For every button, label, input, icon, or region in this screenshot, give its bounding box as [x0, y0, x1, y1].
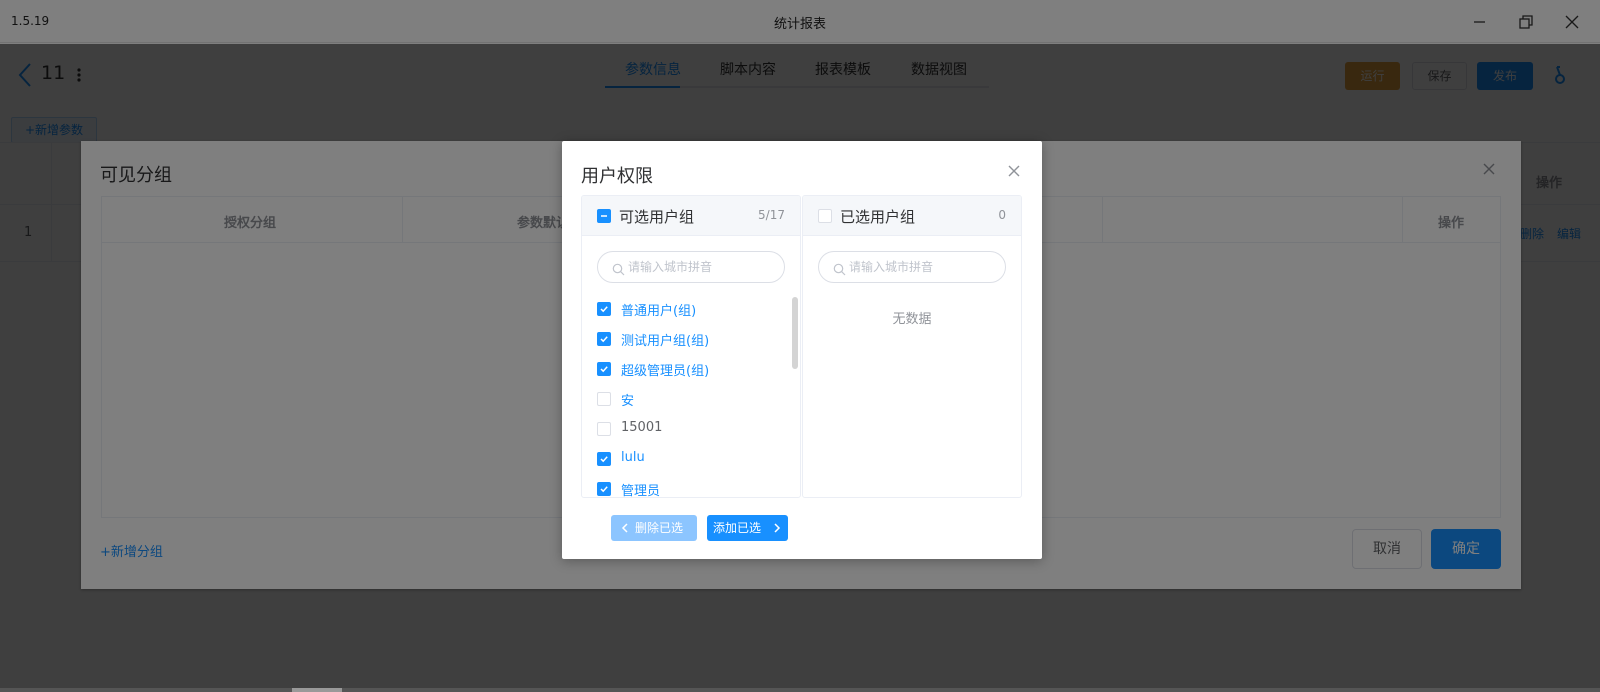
search-input[interactable] — [849, 258, 999, 276]
panel-header: 可选用户组 5/17 — [582, 196, 800, 236]
item-checkbox[interactable] — [597, 392, 611, 406]
search-icon — [612, 261, 625, 276]
list-item[interactable]: 普通用户(组) — [597, 299, 787, 319]
list-item[interactable]: 管理员 — [597, 479, 787, 498]
search-input[interactable] — [628, 258, 778, 276]
item-checkbox[interactable] — [597, 332, 611, 346]
close-icon[interactable] — [1007, 163, 1021, 177]
button-label: 添加已选 — [713, 521, 762, 535]
list-scrollbar[interactable] — [792, 297, 798, 369]
item-checkbox[interactable] — [597, 362, 611, 376]
group-list: 普通用户(组) 测试用户组(组) 超级管理员(组) 安 15001 lulu 管… — [582, 293, 800, 498]
search-box — [597, 251, 785, 283]
add-selected-button[interactable]: 添加已选 — [707, 515, 788, 541]
selected-groups-panel: 已选用户组 0 无数据 — [802, 195, 1022, 498]
dialog-title: 用户权限 — [581, 166, 653, 187]
search-icon — [833, 261, 846, 276]
list-item[interactable]: 超级管理员(组) — [597, 359, 787, 379]
list-item[interactable]: 15001 — [597, 419, 787, 439]
scrollbar-thumb[interactable] — [292, 688, 342, 692]
empty-text: 无数据 — [892, 312, 932, 327]
item-label: 普通用户(组) — [621, 304, 697, 319]
item-label: 超级管理员(组) — [621, 364, 710, 379]
chevron-left-icon — [621, 523, 628, 533]
select-all-checkbox[interactable] — [818, 209, 832, 223]
horizontal-scrollbar[interactable] — [0, 688, 1600, 692]
item-label: 安 — [621, 394, 635, 409]
item-checkbox[interactable] — [597, 482, 611, 496]
search-box — [818, 251, 1006, 283]
selection-count: 5/17 — [758, 208, 785, 222]
list-item[interactable]: lulu — [597, 449, 787, 469]
chevron-right-icon — [774, 523, 781, 533]
list-item[interactable]: 安 — [597, 389, 787, 409]
available-groups-panel: 可选用户组 5/17 普通用户(组) 测试用户组(组) 超级管理员(组) — [581, 195, 801, 498]
item-checkbox[interactable] — [597, 422, 611, 436]
remove-selected-button[interactable]: 删除已选 — [611, 515, 697, 541]
item-label: 测试用户组(组) — [621, 334, 710, 349]
button-label: 删除已选 — [635, 521, 684, 535]
item-checkbox[interactable] — [597, 452, 611, 466]
panel-title: 已选用户组 — [840, 208, 916, 226]
item-label: 管理员 — [621, 484, 661, 498]
panel-title: 可选用户组 — [619, 208, 695, 226]
panel-header: 已选用户组 0 — [803, 196, 1021, 236]
list-item[interactable]: 测试用户组(组) — [597, 329, 787, 349]
item-label: lulu — [621, 450, 645, 465]
item-label: 15001 — [621, 420, 663, 435]
select-all-checkbox[interactable] — [597, 209, 611, 223]
user-permission-dialog: 用户权限 可选用户组 5/17 普通用户(组) 测试用户组(组) — [562, 141, 1042, 559]
selection-count: 0 — [998, 208, 1006, 222]
item-checkbox[interactable] — [597, 302, 611, 316]
